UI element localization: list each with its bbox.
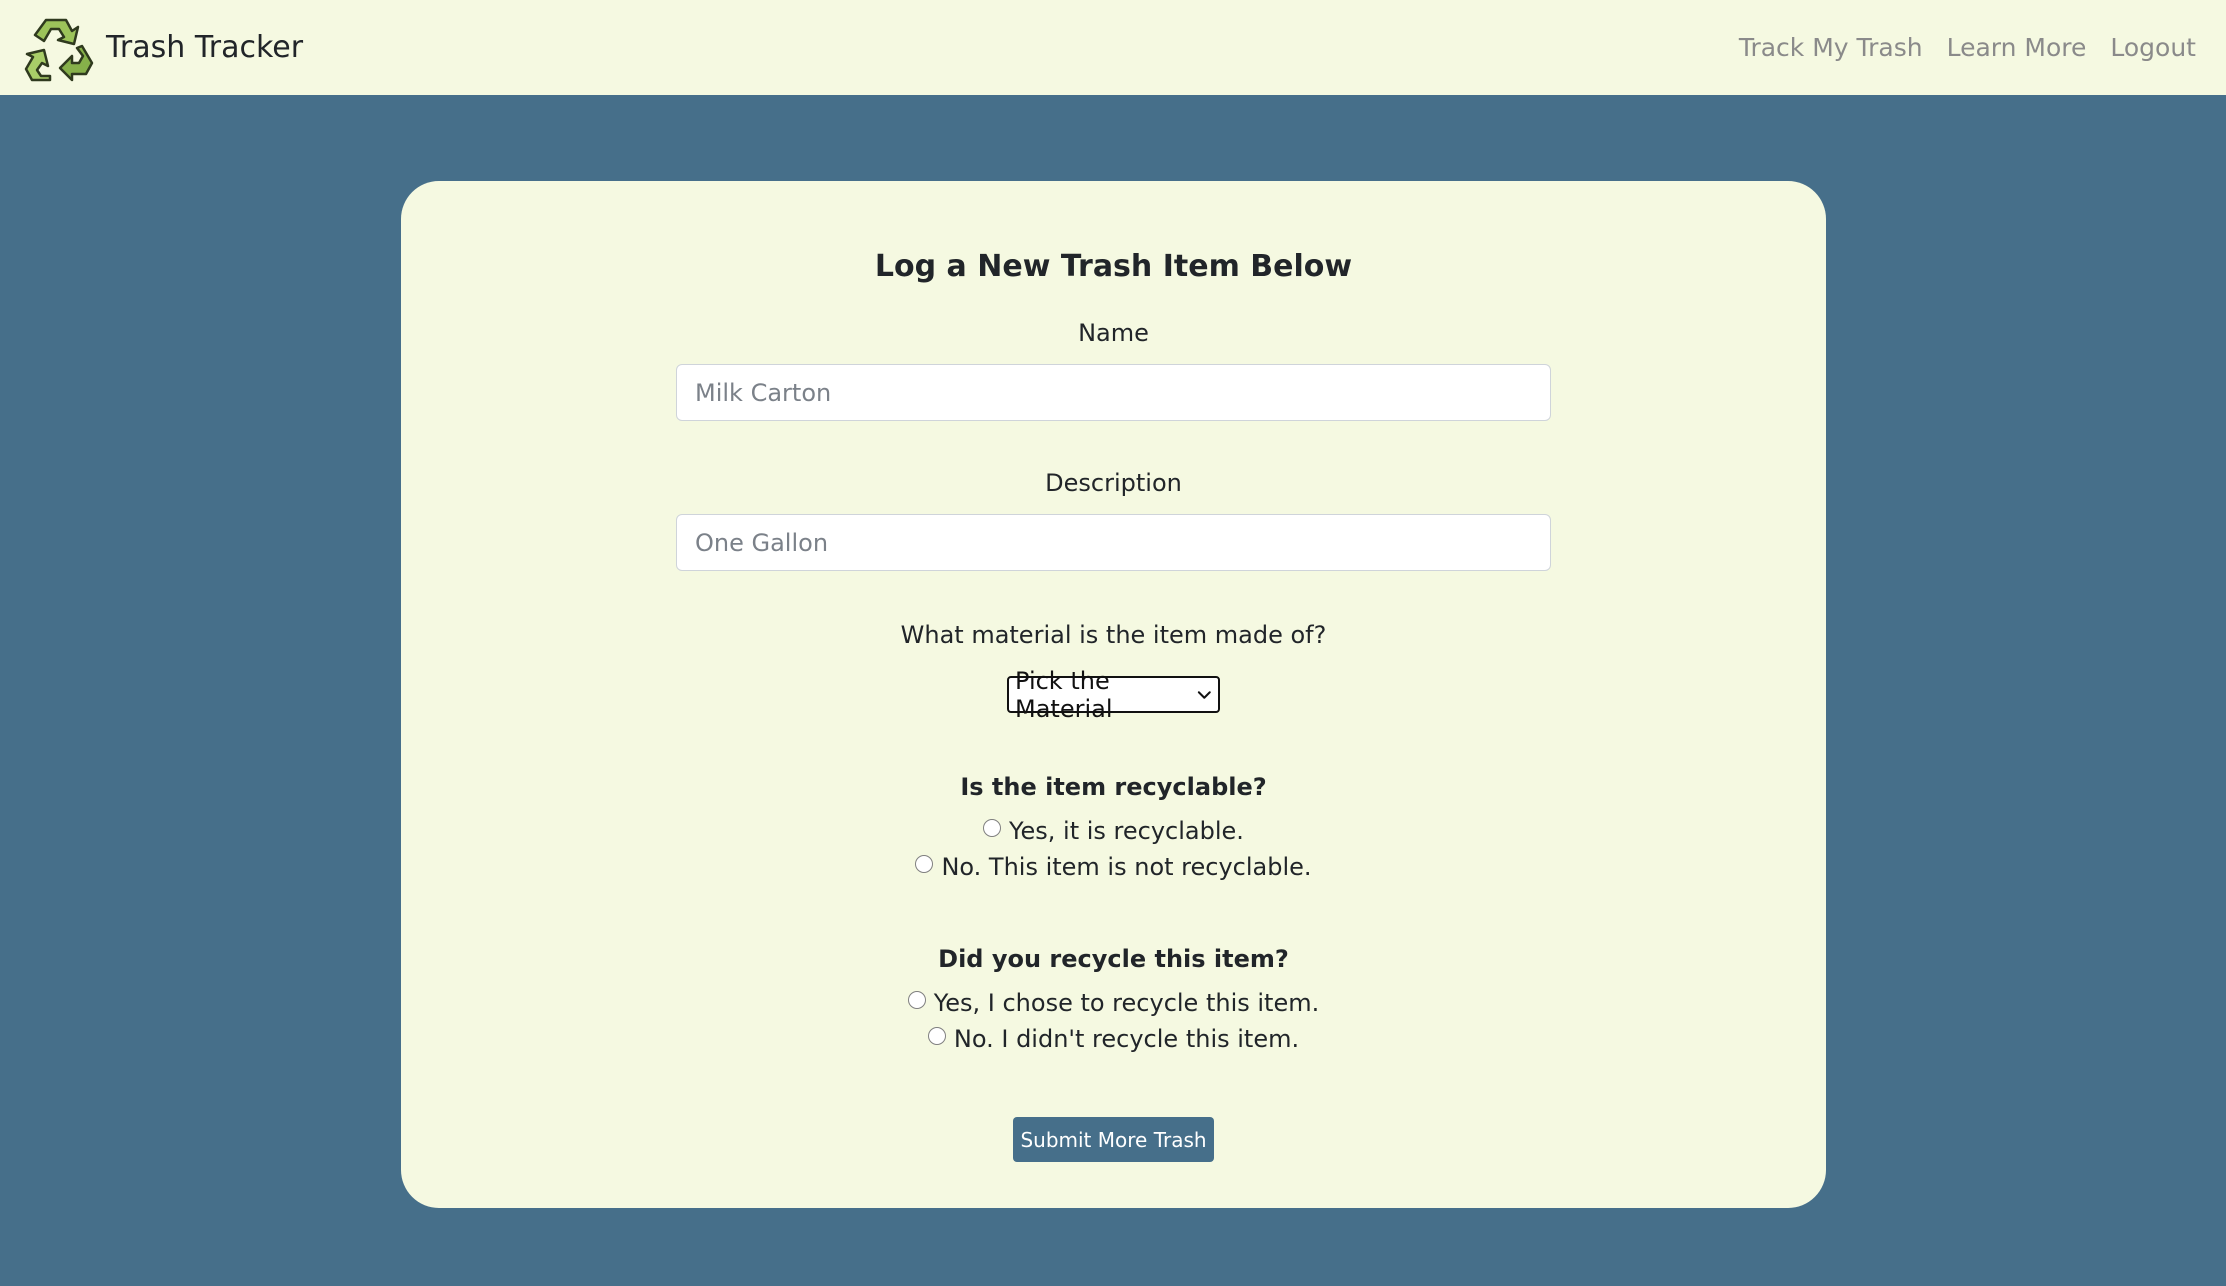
- recycled-option-no[interactable]: No. I didn't recycle this item.: [401, 1025, 1826, 1053]
- recyclable-yes-label: Yes, it is recyclable.: [1009, 817, 1244, 845]
- description-label: Description: [1045, 469, 1182, 497]
- name-label: Name: [1078, 319, 1149, 347]
- trash-form-panel: Log a New Trash Item Below Name Descript…: [401, 181, 1826, 1208]
- name-input[interactable]: [676, 364, 1551, 421]
- recycle-icon: [24, 18, 94, 81]
- nav-link-logout[interactable]: Logout: [2110, 33, 2196, 62]
- brand[interactable]: Trash Tracker: [22, 12, 303, 84]
- navbar: Trash Tracker Track My Trash Learn More …: [0, 0, 2226, 95]
- nav-link-track-my-trash[interactable]: Track My Trash: [1739, 33, 1923, 62]
- recycled-no-label: No. I didn't recycle this item.: [953, 1025, 1300, 1053]
- material-select-wrapper: Pick the Material: [401, 667, 1826, 723]
- submit-wrapper: Submit More Trash: [401, 1117, 1826, 1162]
- recyclable-no-label: No. This item is not recyclable.: [941, 853, 1312, 881]
- recyclable-no-radio[interactable]: [915, 855, 934, 873]
- recycled-no-radio[interactable]: [927, 1027, 946, 1045]
- form-title: Log a New Trash Item Below: [874, 249, 1353, 284]
- brand-name: Trash Tracker: [106, 30, 304, 65]
- submit-more-trash-button[interactable]: Submit More Trash: [1013, 1117, 1214, 1162]
- recyclable-option-no[interactable]: No. This item is not recyclable.: [401, 853, 1826, 881]
- material-select-value: Pick the Material: [1015, 666, 1113, 723]
- recycled-option-yes[interactable]: Yes, I chose to recycle this item.: [401, 989, 1826, 1017]
- recycled-yes-radio[interactable]: [907, 991, 926, 1009]
- nav-link-learn-more[interactable]: Learn More: [1947, 33, 2087, 62]
- recycled-yes-label: Yes, I chose to recycle this item.: [933, 989, 1320, 1017]
- nav-links: Track My Trash Learn More Logout: [1739, 33, 2196, 62]
- material-select[interactable]: Pick the Material: [1007, 667, 1220, 723]
- material-label: What material is the item made of?: [900, 621, 1327, 649]
- recyclable-question: Is the item recyclable?: [960, 773, 1267, 801]
- description-input[interactable]: [676, 514, 1551, 571]
- recyclable-option-yes[interactable]: Yes, it is recyclable.: [401, 817, 1826, 845]
- recycled-question: Did you recycle this item?: [938, 945, 1289, 973]
- recyclable-yes-radio[interactable]: [983, 819, 1002, 837]
- chevron-down-icon: [1198, 690, 1212, 699]
